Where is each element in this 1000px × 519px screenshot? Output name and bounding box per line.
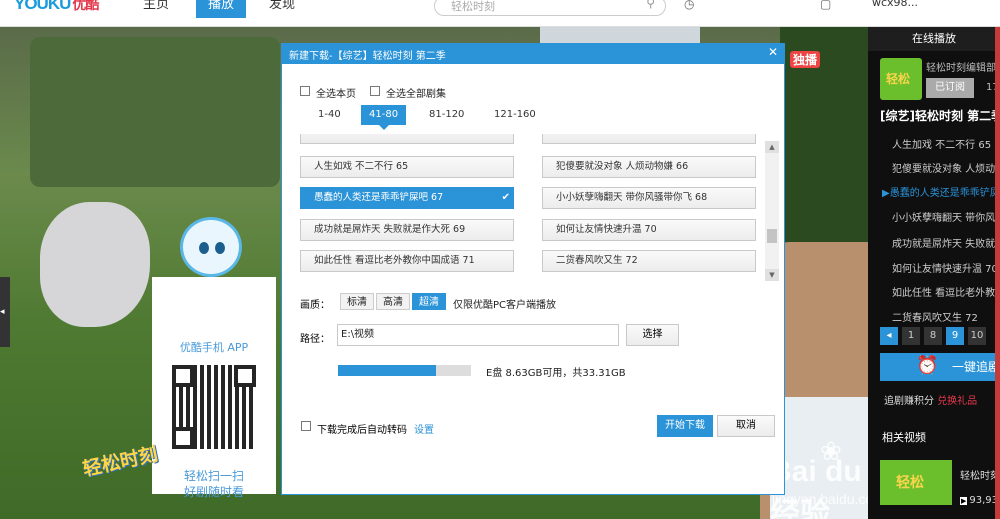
video-hedge bbox=[30, 37, 280, 187]
show-title: [综艺]轻松时刻 第二季 bbox=[880, 109, 1000, 123]
left-arrow-icon[interactable]: ◂ bbox=[0, 277, 10, 347]
promo-line-1: 轻松扫一扫 bbox=[183, 469, 244, 483]
select-all-label[interactable]: 全选全部剧集 bbox=[386, 85, 446, 100]
pager-page[interactable]: 8 bbox=[924, 327, 942, 345]
playlist-item[interactable]: 成功就是屌炸天 失败就是 bbox=[892, 235, 1000, 250]
video-dog bbox=[40, 202, 150, 327]
youku-logo[interactable]: YOUKU 优酷 bbox=[14, 0, 99, 14]
playlist-item[interactable]: 二货春风吹又生 72 bbox=[892, 309, 978, 324]
search-input[interactable]: 轻松时刻 bbox=[451, 0, 495, 14]
playlist-pager: ◂ 1 8 9 10 bbox=[880, 327, 1000, 345]
episode-partial[interactable] bbox=[542, 134, 756, 144]
quality-uhd[interactable]: 超清 bbox=[412, 293, 446, 310]
subscribed-button[interactable]: 已订阅 bbox=[926, 78, 974, 98]
search-icon[interactable]: ⚲ bbox=[646, 0, 655, 10]
check-icon: ✔ bbox=[501, 192, 510, 203]
cancel-button[interactable]: 取消 bbox=[717, 415, 775, 437]
alarm-clock-icon: ⏰ bbox=[916, 355, 939, 376]
settings-link[interactable]: 设置 bbox=[414, 421, 434, 436]
scroll-down-icon[interactable]: ▼ bbox=[765, 269, 779, 281]
app-promo-card[interactable]: 优酷手机 APP 轻松扫一扫 好剧随时看 bbox=[152, 277, 276, 499]
nav-discover[interactable]: 发现 bbox=[269, 0, 295, 18]
dialog-title: 新建下载-【综艺】轻松时刻 第二季 bbox=[289, 51, 446, 62]
playlist-item[interactable]: 犯傻要就没对象 人烦动物 bbox=[892, 160, 1000, 175]
episode-item[interactable]: 二货春风吹又生 72 bbox=[542, 250, 756, 272]
disk-usage-bar bbox=[338, 365, 471, 376]
promo-line-2: 好剧随时看 bbox=[183, 485, 244, 499]
playlist-item[interactable]: 人生加戏 不二不行 65 bbox=[892, 136, 991, 151]
user-name[interactable]: wcx98... bbox=[872, 0, 918, 9]
episode-partial[interactable] bbox=[300, 134, 514, 144]
playlist-item[interactable]: 小小妖孽嗨翻天 带你风骚 bbox=[892, 209, 1000, 224]
quality-sd[interactable]: 标清 bbox=[340, 293, 374, 310]
select-all-checkbox[interactable] bbox=[370, 86, 380, 96]
range-tab-121-160[interactable]: 121-160 bbox=[486, 105, 544, 125]
quality-label: 画质： bbox=[300, 300, 330, 311]
qr-code-icon bbox=[172, 365, 256, 449]
episode-item[interactable]: 小小妖孽嗨翻天 带你风骚带你飞 68 bbox=[542, 187, 756, 209]
pager-page[interactable]: 1 bbox=[902, 327, 920, 345]
episode-item-selected[interactable]: 愚蠢的人类还是乖乖铲屎吧 67 ✔ bbox=[300, 187, 514, 209]
episode-item[interactable]: 如此任性 看逗比老外教你中国成语 71 bbox=[300, 250, 514, 272]
promo-title: 优酷手机 APP bbox=[179, 341, 249, 354]
start-download-button[interactable]: 开始下载 bbox=[657, 415, 713, 437]
baidu-url: jingyan.baidu.com bbox=[772, 491, 868, 507]
choose-path-button[interactable]: 选择 bbox=[626, 324, 679, 346]
nav-play[interactable]: 播放 bbox=[196, 0, 247, 18]
quality-note: 仅限优酷PC客户端播放 bbox=[453, 300, 557, 311]
playlist-item-current[interactable]: ▶愚蠢的人类还是乖乖铲屎 bbox=[882, 184, 1000, 199]
tab-online-play[interactable]: 在线播放 bbox=[868, 27, 1000, 51]
episode-item[interactable]: 人生如戏 不二不行 65 bbox=[300, 156, 514, 178]
episode-item[interactable]: 犯傻要就没对象 人烦动物嫌 66 bbox=[542, 156, 756, 178]
related-video-count: ▶ 93,93 bbox=[960, 495, 999, 506]
path-input[interactable]: E:\视频 bbox=[337, 324, 619, 346]
select-page-checkbox[interactable] bbox=[300, 86, 310, 96]
quality-hd[interactable]: 高清 bbox=[376, 293, 410, 310]
related-video-title[interactable]: 轻松时刻 bbox=[960, 467, 1000, 482]
gift-link[interactable]: 兑换礼品 bbox=[937, 396, 977, 407]
download-dialog: 新建下载-【综艺】轻松时刻 第二季 ✕ 全选本页 全选全部剧集 1-40 41-… bbox=[281, 43, 785, 495]
playlist-item[interactable]: 如何让友情快速升温 70 bbox=[892, 260, 998, 275]
playlist-item[interactable]: 如此任性 看逗比老外教你 bbox=[892, 284, 1000, 299]
window-edge bbox=[995, 27, 1000, 519]
range-tab-41-80[interactable]: 41-80 bbox=[361, 105, 407, 130]
message-icon[interactable]: ▢ bbox=[820, 0, 831, 11]
disk-usage-fill bbox=[338, 365, 437, 376]
close-icon[interactable]: ✕ bbox=[768, 45, 778, 59]
right-panel: 在线播放 轻松 轻松时刻编辑部 已订阅 17 [综艺]轻松时刻 第二季 人生加戏… bbox=[868, 27, 1000, 519]
nav-home[interactable]: 主页 bbox=[143, 0, 169, 18]
exclusive-badge: 独播 bbox=[790, 51, 821, 68]
pager-prev-icon[interactable]: ◂ bbox=[880, 327, 898, 345]
episode-scrollbar[interactable]: ▲ ▼ bbox=[765, 141, 779, 281]
range-tab-1-40[interactable]: 1-40 bbox=[310, 105, 349, 125]
auto-convert-label[interactable]: 下载完成后自动转码 bbox=[317, 421, 407, 436]
root: { "topbar": { "logo_en": "YOUKU", "logo_… bbox=[0, 0, 1000, 519]
channel-avatar[interactable]: 轻松 bbox=[880, 58, 922, 100]
scroll-thumb[interactable] bbox=[767, 229, 777, 243]
related-videos-title: 相关视频 bbox=[882, 431, 926, 444]
dialog-header: 新建下载-【综艺】轻松时刻 第二季 ✕ bbox=[282, 44, 784, 64]
pager-page-current[interactable]: 9 bbox=[946, 327, 964, 345]
search-box[interactable]: 轻松时刻 ⚲ bbox=[434, 0, 666, 16]
top-bar: YOUKU 优酷 主页 播放 发现 轻松时刻 ⚲ ◷ ▢ wcx98... bbox=[0, 0, 1000, 27]
episode-item[interactable]: 如何让友情快速升温 70 bbox=[542, 219, 756, 241]
history-icon[interactable]: ◷ bbox=[684, 0, 694, 11]
channel-name[interactable]: 轻松时刻编辑部 bbox=[926, 59, 996, 74]
select-page-label[interactable]: 全选本页 bbox=[316, 85, 356, 100]
credit-line: 追剧赚积分 兑换礼品 bbox=[884, 396, 978, 407]
pager-page[interactable]: 10 bbox=[968, 327, 986, 345]
follow-series-button[interactable]: 一键追剧 bbox=[880, 353, 1000, 381]
episode-list: 人生如戏 不二不行 65 犯傻要就没对象 人烦动物嫌 66 愚蠢的人类还是乖乖铲… bbox=[298, 134, 768, 282]
scroll-up-icon[interactable]: ▲ bbox=[765, 141, 779, 153]
disk-usage-text: E盘 8.63GB可用，共33.31GB bbox=[486, 368, 626, 379]
auto-convert-checkbox[interactable] bbox=[301, 421, 311, 431]
mascot-icon bbox=[180, 217, 242, 277]
related-video-thumb[interactable]: 轻松 bbox=[880, 460, 952, 505]
play-icon: ▶ bbox=[960, 497, 968, 505]
show-logo-watermark: 轻松时刻 bbox=[81, 444, 160, 481]
path-label: 路径： bbox=[300, 334, 330, 345]
range-tab-81-120[interactable]: 81-120 bbox=[421, 105, 472, 125]
episode-item[interactable]: 成功就是屌炸天 失败就是作大死 69 bbox=[300, 219, 514, 241]
